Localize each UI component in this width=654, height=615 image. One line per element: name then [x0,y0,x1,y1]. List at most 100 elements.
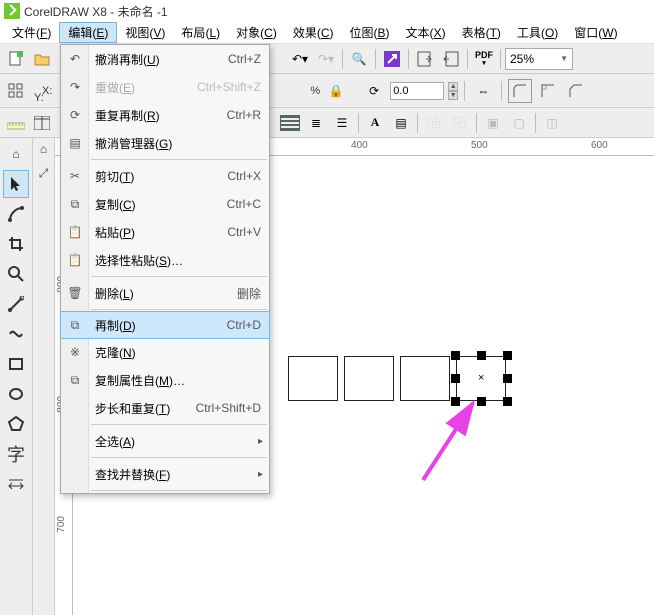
menu-item-步长和重复[interactable]: 步长和重复(T)Ctrl+Shift+D [61,394,269,422]
text-a-icon[interactable]: A [363,111,387,135]
menu-object[interactable]: 对象(C) [228,22,285,43]
menu-separator [91,309,267,310]
list-icon[interactable]: ☰ [330,111,354,135]
separator [358,113,359,133]
menu-separator [91,276,267,277]
rotate-spin[interactable]: ▲▼ [448,82,458,100]
menu-view[interactable]: 视图(V) [117,22,173,43]
selection-handle[interactable] [477,397,486,406]
lock-ratio-icon[interactable]: 🔒 [324,79,348,103]
char-format-icon[interactable]: ▤ [389,111,413,135]
parallel-dim-icon[interactable] [3,470,29,498]
grid-view-icon[interactable] [4,79,28,103]
paste-icon: 📋 [65,222,85,242]
menu-shortcut: Ctrl+X [227,169,261,183]
zoom-tool-icon[interactable] [3,260,29,288]
align-para-icon[interactable]: ≣ [304,111,328,135]
flip-h-icon[interactable]: ⇔ [471,79,495,103]
selection-handle[interactable] [451,374,460,383]
menu-item-delete[interactable]: 🗑删除(L)删除 [61,279,269,307]
clone-icon: ※ [65,342,85,362]
break-icon[interactable]: ▢ [507,111,531,135]
separator [476,113,477,133]
selection-handle[interactable] [477,351,486,360]
selection-handle[interactable] [451,351,460,360]
freehand-tool-icon[interactable] [3,290,29,318]
menu-tools[interactable]: 工具(O) [509,22,566,43]
text-tool-icon[interactable]: 字 [3,440,29,468]
menu-item-paste-special[interactable]: 📋选择性粘贴(S)… [61,246,269,274]
crop-tool-icon[interactable] [3,230,29,258]
toolbox: ⌂ 字 [0,138,33,615]
pick-tool-icon[interactable] [3,170,29,198]
coord-y: Y: [34,92,44,104]
selection-handle[interactable] [503,397,512,406]
menu-separator [91,457,267,458]
selection-handle[interactable] [451,397,460,406]
menu-item-label: 再制(D) [95,317,136,334]
hatch-icon[interactable] [278,111,302,135]
import-icon[interactable] [413,47,437,71]
export-icon[interactable] [439,47,463,71]
menu-file[interactable]: 文件(F) [4,22,59,43]
menu-edit[interactable]: 编辑(E) [59,22,117,43]
menu-item-查找并替换[interactable]: 查找并替换(F) [61,460,269,488]
ellipse-tool-icon[interactable] [3,380,29,408]
undo-dropdown-icon[interactable]: ↶▾ [288,47,312,71]
menu-item-copy[interactable]: ⧉复制(C)Ctrl+C [61,190,269,218]
selection-handle[interactable] [503,374,512,383]
pdf-export-icon[interactable]: PDF▾ [472,47,496,71]
shape-tool-icon[interactable] [3,200,29,228]
menu-item-label: 撤消管理器(G) [95,135,172,152]
menu-item-label: 全选(A) [95,433,135,450]
ruler-toggle-icon[interactable] [4,111,28,135]
menu-text[interactable]: 文本(X) [398,22,454,43]
polygon-tool-icon[interactable] [3,410,29,438]
menu-effect[interactable]: 效果(C) [285,22,342,43]
selection-handle[interactable] [503,351,512,360]
rectangle-object[interactable] [400,356,450,401]
corner-style-3-icon[interactable] [564,79,588,103]
separator [408,49,409,69]
group-icon[interactable]: ⿻ [422,111,446,135]
home-mini-icon[interactable]: ⌂ [35,140,53,158]
combine-icon[interactable]: ▣ [481,111,505,135]
history-icon: ▤ [65,133,85,153]
artistic-tool-icon[interactable] [3,320,29,348]
menu-item-copy-props[interactable]: ⧉复制属性自(M)… [61,366,269,394]
rectangle-object[interactable] [344,356,394,401]
menu-item-label: 粘贴(P) [95,224,135,241]
search-icon[interactable]: 🔍 [347,47,371,71]
menu-bitmap[interactable]: 位图(B) [342,22,398,43]
pin-mini-icon[interactable]: ⤢ [35,164,53,182]
container-icon[interactable]: ◫ [540,111,564,135]
menu-window[interactable]: 窗口(W) [566,22,625,43]
delete-icon: 🗑 [65,283,85,303]
rotate-field[interactable] [390,82,444,100]
menu-item-history[interactable]: ▤ 撤消管理器(G) [61,129,269,157]
corner-style-2-icon[interactable] [536,79,560,103]
menu-item-paste[interactable]: 📋粘贴(P)Ctrl+V [61,218,269,246]
ruler-h-mark: 600 [591,140,608,151]
redo-dropdown-icon[interactable]: ↷▾ [314,47,338,71]
menu-item-cut[interactable]: ✂剪切(T)Ctrl+X [61,162,269,190]
table-icon[interactable] [30,111,54,135]
menu-layout[interactable]: 布局(L) [173,22,228,43]
new-doc-icon[interactable] [4,47,28,71]
menu-item-undo[interactable]: ↶撤消再制(U)Ctrl+Z [61,45,269,73]
menu-item-全选[interactable]: 全选(A) [61,427,269,455]
menu-item-duplicate[interactable]: ⧉再制(D)Ctrl+D [60,311,270,339]
menu-item-repeat[interactable]: ⟳重复再制(R)Ctrl+R [61,101,269,129]
corner-style-1-icon[interactable] [508,79,532,103]
zoom-combo[interactable]: 25% ▼ [505,48,573,70]
menu-item-label: 重复再制(R) [95,107,160,124]
rectangle-tool-icon[interactable] [3,350,29,378]
menu-table[interactable]: 表格(T) [454,22,509,43]
ungroup-icon[interactable]: ⿻ [448,111,472,135]
menu-separator [91,159,267,160]
open-icon[interactable] [30,47,54,71]
home-icon[interactable]: ⌂ [3,140,29,168]
rectangle-object[interactable] [288,356,338,401]
menu-item-clone[interactable]: ※克隆(N) [61,338,269,366]
launch-icon[interactable] [380,47,404,71]
